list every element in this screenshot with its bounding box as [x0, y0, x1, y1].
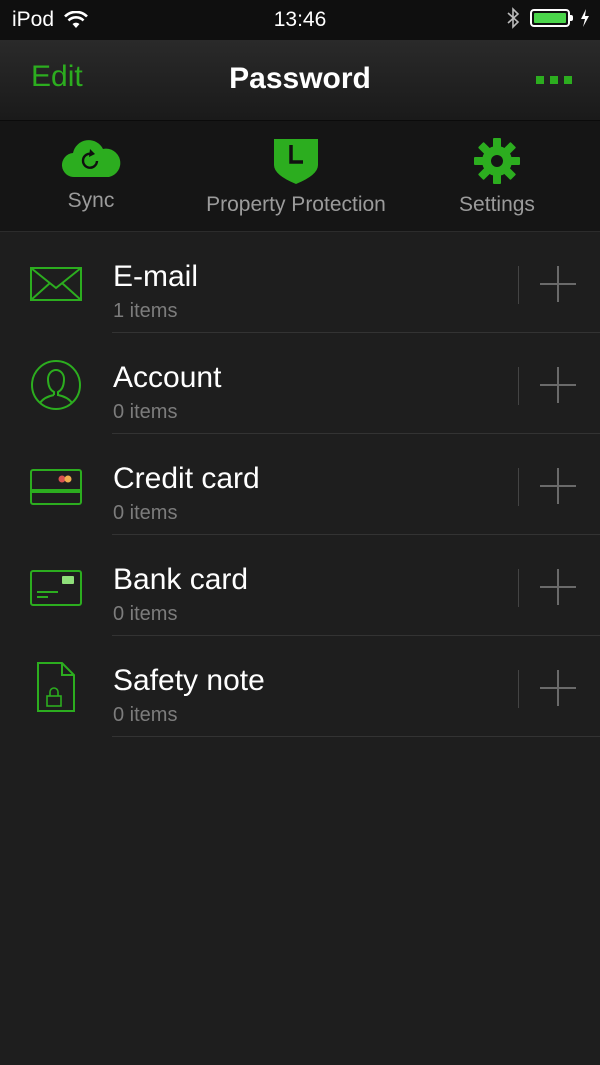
credit-card-icon — [30, 469, 82, 505]
divider — [518, 266, 519, 304]
item-count: 0 items — [113, 603, 178, 625]
item-count: 0 items — [113, 502, 178, 524]
add-bank-card-button[interactable] — [540, 569, 576, 605]
person-icon — [31, 360, 81, 410]
tab-property-protection[interactable]: Property Protection — [196, 137, 396, 217]
divider — [518, 367, 519, 405]
battery-fill — [534, 13, 566, 23]
item-title: Account — [113, 361, 222, 394]
status-right — [506, 7, 590, 29]
locked-note-icon — [37, 662, 75, 712]
more-icon[interactable] — [536, 76, 572, 84]
charging-icon — [581, 9, 589, 27]
cloud-sync-icon — [61, 140, 121, 178]
divider — [518, 468, 519, 506]
item-count: 0 items — [113, 704, 178, 726]
item-title: Safety note — [113, 664, 265, 697]
status-bar: iPod 13:46 — [0, 0, 600, 40]
item-count: 1 items — [113, 300, 178, 322]
tab-settings[interactable]: Settings — [447, 137, 547, 217]
list-item-credit-card[interactable]: Credit card 0 items — [0, 434, 600, 535]
list-item-email[interactable]: E-mail 1 items — [0, 232, 600, 333]
tab-sync-label: Sync — [67, 189, 115, 212]
navigation-bar: Edit Password — [0, 40, 600, 121]
page-title: Password — [229, 62, 371, 95]
bank-card-icon — [30, 570, 82, 606]
shield-clock-icon — [274, 139, 318, 184]
item-title: Bank card — [113, 563, 249, 596]
category-list: E-mail 1 items Account 0 items Credit ca… — [0, 232, 600, 737]
battery-icon — [530, 9, 573, 27]
add-account-button[interactable] — [540, 367, 576, 403]
item-title: E-mail — [113, 260, 199, 293]
tab-sync[interactable]: Sync — [41, 137, 141, 213]
envelope-icon — [30, 267, 82, 301]
list-item-bank-card[interactable]: Bank card 0 items — [0, 535, 600, 636]
item-title: Credit card — [113, 462, 260, 495]
divider — [518, 569, 519, 607]
divider — [518, 670, 519, 708]
add-credit-card-button[interactable] — [540, 468, 576, 504]
gear-icon — [474, 138, 520, 184]
row-separator — [112, 736, 600, 737]
item-count: 0 items — [113, 401, 178, 423]
list-item-safety-note[interactable]: Safety note 0 items — [0, 636, 600, 737]
add-email-button[interactable] — [540, 266, 576, 302]
list-item-account[interactable]: Account 0 items — [0, 333, 600, 434]
bluetooth-icon — [507, 7, 520, 29]
add-safety-note-button[interactable] — [540, 670, 576, 706]
top-tab-bar: Sync Property Protection Settings — [0, 121, 600, 232]
tab-settings-label: Settings — [459, 193, 535, 216]
tab-property-protection-label: Property Protection — [206, 193, 386, 216]
